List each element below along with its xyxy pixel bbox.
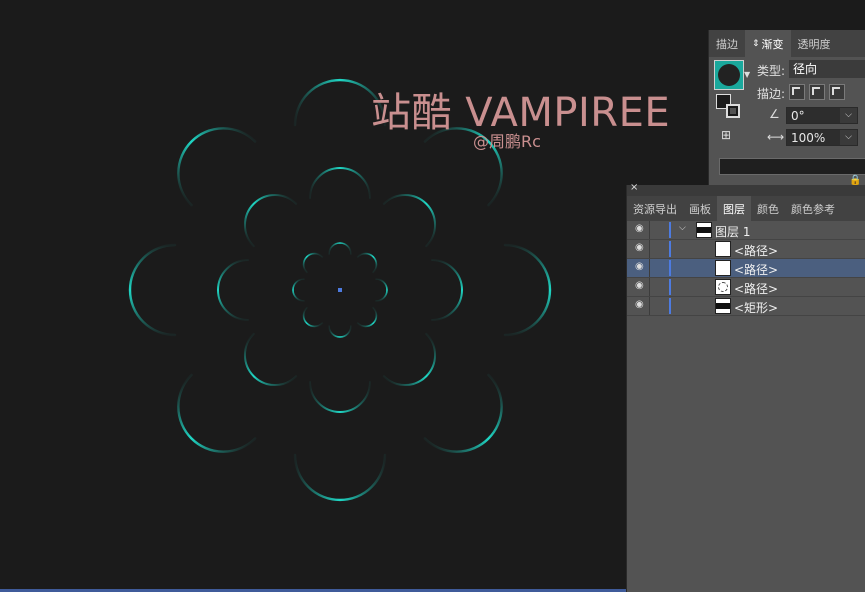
petal-arc xyxy=(177,373,257,453)
tab-color[interactable]: 颜色 xyxy=(751,196,785,221)
petal-arc xyxy=(302,306,324,328)
row-separator xyxy=(649,278,650,296)
layers-panel: × 资源导出 画板 图层 颜色 颜色参考 ◉ ⌵ 图层 1 ◉ <路径> ◉ <… xyxy=(626,182,865,592)
petal-arc xyxy=(356,306,378,328)
type-select[interactable]: 径向 xyxy=(789,60,865,78)
petal-arc xyxy=(503,243,552,337)
tab-artboards[interactable]: 画板 xyxy=(683,196,717,221)
gradient-panel: 描边 ⇕ 渐变 透明度 ▼ ⊞ 类型: 径向 描边: ∠ 0° ⌵ ⟷ 100% … xyxy=(708,30,865,186)
layer-name[interactable]: 图层 1 xyxy=(715,223,750,240)
stroke-gradient-along-button[interactable] xyxy=(809,84,825,100)
eye-icon[interactable]: ◉ xyxy=(635,243,645,253)
row-separator xyxy=(649,240,650,258)
layer-color-strip xyxy=(669,260,671,276)
stroke-label: 描边: xyxy=(757,87,786,101)
stroke-gradient-within-button[interactable] xyxy=(789,84,805,100)
petal-arc xyxy=(431,259,463,321)
path-name[interactable]: <路径> xyxy=(734,280,778,297)
row-separator xyxy=(649,259,650,277)
petal-arc xyxy=(217,259,249,321)
expand-icon[interactable]: ⌵ xyxy=(679,223,686,233)
angle-input[interactable]: 0° ⌵ xyxy=(786,107,858,124)
petal-arc xyxy=(356,252,378,274)
tab-color-guide[interactable]: 颜色参考 xyxy=(785,196,841,221)
eye-icon[interactable]: ◉ xyxy=(635,224,645,234)
petal-arc xyxy=(423,373,503,453)
path-name[interactable]: <路径> xyxy=(734,261,778,278)
gradient-panel-tabs: 描边 ⇕ 渐变 透明度 xyxy=(709,30,865,57)
layers-panel-tabs: 资源导出 画板 图层 颜色 颜色参考 xyxy=(627,196,865,221)
path-row[interactable]: ◉ <路径> xyxy=(627,278,865,297)
aspect-ratio-input[interactable]: 100% ⌵ xyxy=(786,129,858,146)
petal-arc xyxy=(244,194,298,248)
petal-arc xyxy=(375,278,388,302)
fill-stroke-icon[interactable] xyxy=(716,94,740,118)
reverse-gradient-icon[interactable]: ⊞ xyxy=(721,128,731,142)
layer-color-strip xyxy=(669,222,671,238)
rectangle-thumbnail xyxy=(715,298,731,314)
angle-icon: ∠ xyxy=(769,107,780,121)
petal-arc xyxy=(244,332,298,386)
layer-color-strip xyxy=(669,298,671,314)
path-row[interactable]: ◉ <路径> xyxy=(627,240,865,259)
petal-arc xyxy=(328,325,352,338)
eye-icon[interactable]: ◉ xyxy=(635,281,645,291)
petal-arc xyxy=(177,127,257,207)
swap-icon: ⇕ xyxy=(752,38,760,49)
type-label: 类型: xyxy=(757,64,786,78)
tab-layers[interactable]: 图层 xyxy=(717,196,751,221)
layer-color-strip xyxy=(669,241,671,257)
petal-arc xyxy=(128,243,177,337)
aspect-dropdown-icon[interactable]: ⌵ xyxy=(840,130,857,145)
petal-arc xyxy=(382,194,436,248)
angle-dropdown-icon[interactable]: ⌵ xyxy=(840,108,857,123)
eye-icon[interactable]: ◉ xyxy=(635,262,645,272)
row-separator xyxy=(649,221,650,239)
stroke-gradient-across-button[interactable] xyxy=(829,84,845,100)
tab-gradient[interactable]: ⇕ 渐变 xyxy=(745,30,791,57)
aspect-ratio-icon: ⟷ xyxy=(767,130,785,144)
petal-arc xyxy=(292,278,305,302)
panel-title-bar[interactable]: × xyxy=(627,182,865,196)
petal-arc xyxy=(309,381,371,413)
row-separator xyxy=(649,297,650,315)
tab-asset-export[interactable]: 资源导出 xyxy=(627,196,683,221)
petal-arc xyxy=(293,453,387,502)
layer-thumbnail xyxy=(696,222,712,238)
petal-arc xyxy=(382,332,436,386)
path-thumbnail xyxy=(715,260,731,276)
petal-arc xyxy=(328,242,352,255)
watermark-subtitle: @周鹏Rc xyxy=(473,132,541,151)
tab-transparency[interactable]: 透明度 xyxy=(791,30,838,57)
gradient-slider[interactable] xyxy=(719,158,865,175)
stroke-icon[interactable] xyxy=(726,104,740,118)
path-thumbnail xyxy=(715,241,731,257)
eye-icon[interactable]: ◉ xyxy=(635,300,645,310)
layer-color-strip xyxy=(669,279,671,295)
close-icon[interactable]: × xyxy=(630,182,638,193)
tab-stroke[interactable]: 描边 xyxy=(709,30,745,57)
petal-arc xyxy=(302,252,324,274)
gradient-swatch[interactable] xyxy=(714,60,744,90)
layer-row[interactable]: ◉ ⌵ 图层 1 xyxy=(627,221,865,240)
path-name[interactable]: <路径> xyxy=(734,242,778,259)
petal-arc xyxy=(309,167,371,199)
path-thumbnail xyxy=(715,279,731,295)
rectangle-name[interactable]: <矩形> xyxy=(734,299,778,316)
center-point[interactable] xyxy=(338,288,342,292)
path-row-selected[interactable]: ◉ <路径> xyxy=(627,259,865,278)
swatch-dropdown-icon[interactable]: ▼ xyxy=(744,70,750,79)
rectangle-row[interactable]: ◉ <矩形> xyxy=(627,297,865,316)
